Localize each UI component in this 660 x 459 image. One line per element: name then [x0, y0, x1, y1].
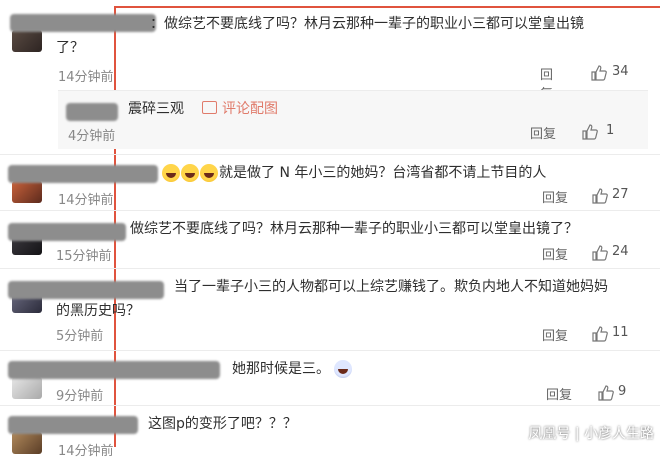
watermark: 凤凰号 | 小彦人生路 [528, 426, 654, 442]
image-icon [202, 101, 217, 114]
comment-time: 14分钟前 [58, 70, 114, 85]
username-blurred[interactable] [66, 103, 118, 121]
comment-text: 当了一辈子小三的人物都可以上综艺赚钱了。欺负内地人不知道她妈妈 [174, 279, 608, 295]
thumbs-up-icon[interactable] [598, 385, 614, 401]
comment-text: 就是做了 N 年小三的她妈？台湾省都不请上节目的人 [162, 161, 546, 185]
comment-time: 5分钟前 [56, 329, 104, 344]
comment-text-body: 她那时候是三。 [232, 361, 330, 377]
like-count: 34 [612, 64, 629, 79]
comment-time: 14分钟前 [58, 193, 114, 208]
username-blurred[interactable] [8, 281, 164, 299]
username-blurred[interactable] [8, 361, 220, 379]
comment-item: 当了一辈子小三的人物都可以上综艺赚钱了。欺负内地人不知道她妈妈 的黑历史吗？ 5… [0, 269, 660, 347]
comment-item: 做综艺不要底线了吗？林月云那种一辈子的职业小三都可以堂皇出镜了？ 15分钟前 回… [0, 211, 660, 269]
reply-button[interactable]: 回复 [542, 187, 568, 206]
reply-button[interactable]: 回复 [542, 244, 568, 263]
like-count: 11 [612, 325, 629, 340]
comment-text: 这图p的变形了吧？？？ [148, 416, 297, 432]
thumbs-up-icon[interactable] [582, 124, 598, 140]
sub-reply-time: 4分钟前 [68, 129, 116, 144]
pic-link[interactable]: 评论配图 [202, 97, 278, 121]
like-count: 27 [612, 187, 629, 202]
comment-item: ：做综艺不要底线了吗？林月云那种一辈子的职业小三都可以堂皇出镜 了？ 14分钟前… [0, 0, 660, 149]
pic-link-label: 评论配图 [222, 101, 278, 117]
avatar[interactable] [12, 377, 42, 399]
avatar[interactable] [12, 30, 42, 52]
laugh-emoji-icon [200, 164, 218, 182]
laugh-emoji-icon [181, 164, 199, 182]
comment-text: 她那时候是三。 [232, 357, 353, 381]
comment-text-cont: 了？ [56, 40, 84, 56]
face-emoji-icon [334, 360, 353, 378]
thumbs-up-icon[interactable] [591, 65, 607, 81]
comment-time: 15分钟前 [56, 249, 112, 264]
reply-button[interactable]: 回复 [542, 325, 568, 344]
sub-reply-text: 震碎三观 [128, 101, 184, 117]
username-blurred[interactable] [8, 165, 158, 183]
comment-time: 14分钟前 [58, 444, 114, 459]
comment-text-cont: 的黑历史吗？ [56, 303, 140, 319]
comment-item: 就是做了 N 年小三的她妈？台湾省都不请上节目的人 14分钟前 回复 27 [0, 155, 660, 209]
avatar[interactable] [12, 432, 42, 454]
username-blurred[interactable] [10, 14, 156, 32]
laugh-emoji-icon [162, 164, 180, 182]
comment-time: 9分钟前 [56, 389, 104, 404]
comment-item: 她那时候是三。 9分钟前 回复 9 [0, 351, 660, 405]
like-count: 24 [612, 244, 629, 259]
thumbs-up-icon[interactable] [592, 245, 608, 261]
comment-text: ：做综艺不要底线了吗？林月云那种一辈子的职业小三都可以堂皇出镜 [150, 16, 584, 32]
username-blurred[interactable] [8, 223, 126, 241]
sub-reply: 震碎三观 评论配图 4分钟前 回复 1 [58, 90, 648, 149]
thumbs-up-icon[interactable] [592, 326, 608, 342]
reply-button[interactable]: 回复 [546, 384, 572, 403]
like-count: 9 [618, 384, 627, 399]
username-blurred[interactable] [8, 416, 138, 434]
reply-button[interactable]: 回复 [530, 123, 556, 142]
comment-text-body: 就是做了 N 年小三的她妈？台湾省都不请上节目的人 [219, 165, 547, 181]
like-count: 1 [606, 123, 615, 138]
thumbs-up-icon[interactable] [592, 188, 608, 204]
avatar[interactable] [12, 181, 42, 203]
comment-text: 做综艺不要底线了吗？林月云那种一辈子的职业小三都可以堂皇出镜了？ [130, 221, 578, 237]
